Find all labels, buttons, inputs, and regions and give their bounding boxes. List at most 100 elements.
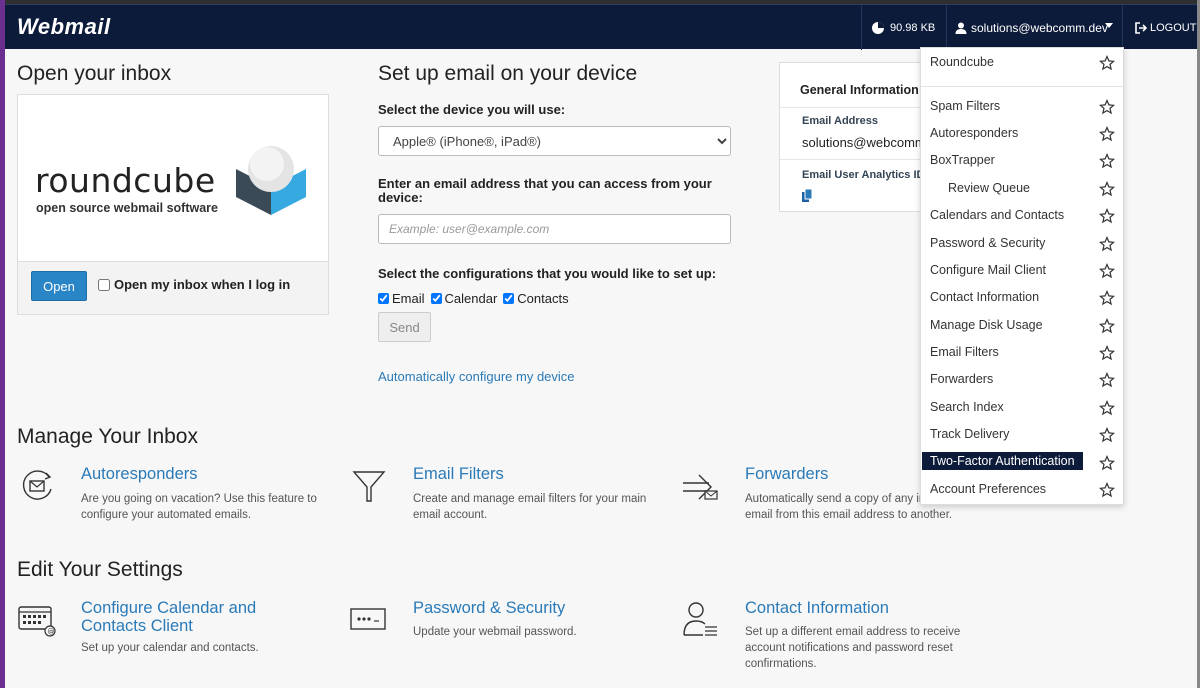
- menu-item-label: Calendars and Contacts: [930, 208, 1065, 222]
- star-icon[interactable]: [1099, 482, 1115, 498]
- device-select[interactable]: Apple® (iPhone®, iPad®): [378, 126, 731, 156]
- divider: [780, 159, 921, 160]
- general-information-title: General Information: [800, 83, 919, 97]
- autoresponder-icon: [22, 470, 52, 500]
- star-icon[interactable]: [1099, 263, 1115, 279]
- tool-title[interactable]: Password & Security: [413, 599, 565, 617]
- open-roundcube-button[interactable]: Open: [31, 271, 87, 301]
- tool-autoresponders[interactable]: Autoresponders Are you going on vacation…: [17, 465, 337, 535]
- star-icon[interactable]: [1099, 208, 1115, 224]
- config-contacts-option[interactable]: Contacts: [503, 291, 569, 306]
- divider: [780, 107, 921, 108]
- star-icon[interactable]: [1099, 345, 1115, 361]
- config-email-option[interactable]: Email: [378, 291, 425, 306]
- menu-item-spam-filters[interactable]: Spam Filters: [921, 95, 1123, 119]
- top-navigation-bar: Webmail 90.98 KB solutions@webcomm.dev L…: [5, 4, 1197, 50]
- menu-item-boxtrapper[interactable]: BoxTrapper: [921, 149, 1123, 173]
- menu-item-label: Spam Filters: [930, 99, 1001, 113]
- star-icon[interactable]: [1099, 400, 1115, 416]
- menu-item-two-factor-authentication[interactable]: Two-Factor Authentication: [921, 451, 1123, 475]
- tool-description: Set up your calendar and contacts.: [81, 642, 259, 654]
- menu-item-email-filters[interactable]: Email Filters: [921, 341, 1123, 365]
- tool-description: Update your webmail password.: [413, 626, 577, 638]
- menu-item-configure-mail-client[interactable]: Configure Mail Client: [921, 259, 1123, 283]
- disk-usage-indicator[interactable]: 90.98 KB: [871, 5, 935, 50]
- config-email-label: Email: [392, 291, 425, 306]
- menu-item-label: Roundcube: [930, 55, 994, 69]
- tool-title[interactable]: Email Filters: [413, 465, 504, 483]
- open-on-login-option[interactable]: Open my inbox when I log in: [98, 277, 290, 292]
- star-icon[interactable]: [1099, 372, 1115, 388]
- config-email-checkbox[interactable]: [378, 293, 389, 304]
- menu-item-contact-information[interactable]: Contact Information: [921, 286, 1123, 310]
- webmail-logo[interactable]: Webmail: [17, 14, 111, 40]
- topbar-divider: [946, 5, 947, 50]
- menu-item-label: Search Index: [930, 400, 1004, 414]
- tool-title[interactable]: Configure Calendar and Contacts Client: [81, 599, 311, 635]
- tool-title[interactable]: Contact Information: [745, 599, 889, 617]
- config-options: Email Calendar Contacts: [378, 291, 569, 306]
- menu-item-label: Review Queue: [948, 181, 1030, 195]
- menu-item-manage-disk-usage[interactable]: Manage Disk Usage: [921, 314, 1123, 338]
- topbar-divider: [861, 5, 862, 50]
- star-icon[interactable]: [1099, 236, 1115, 252]
- star-icon[interactable]: [1099, 55, 1115, 71]
- open-on-login-checkbox[interactable]: [98, 278, 110, 291]
- menu-item-account-preferences[interactable]: Account Preferences: [921, 478, 1123, 502]
- menu-divider: [921, 86, 1123, 87]
- user-email: solutions@webcomm.dev: [971, 20, 1108, 35]
- menu-item-label: Email Filters: [930, 345, 999, 359]
- menu-item-review-queue[interactable]: Review Queue: [921, 177, 1123, 201]
- star-icon[interactable]: [1099, 181, 1115, 197]
- config-contacts-checkbox[interactable]: [503, 293, 515, 304]
- menu-item-search-index[interactable]: Search Index: [921, 396, 1123, 420]
- config-calendar-option[interactable]: Calendar: [430, 291, 497, 306]
- menu-item-label: Manage Disk Usage: [930, 318, 1043, 332]
- email-address-label: Enter an email address that you can acce…: [378, 176, 712, 205]
- roundcube-logo[interactable]: roundcube open source webmail software: [18, 95, 328, 262]
- tool-title[interactable]: Autoresponders: [81, 465, 198, 483]
- menu-item-label: Password & Security: [930, 236, 1046, 250]
- config-contacts-label: Contacts: [517, 291, 569, 306]
- logout-button[interactable]: LOGOUT: [1135, 5, 1196, 50]
- star-icon[interactable]: [1099, 318, 1115, 334]
- menu-item-calendars-contacts[interactable]: Calendars and Contacts: [921, 204, 1123, 228]
- disk-usage-value: 90.98 KB: [890, 21, 936, 34]
- menu-item-track-delivery[interactable]: Track Delivery: [921, 423, 1123, 447]
- send-button[interactable]: Send: [378, 312, 431, 342]
- menu-item-password-security[interactable]: Password & Security: [921, 232, 1123, 256]
- email-address-value: solutions@webcomm.dev: [802, 135, 921, 150]
- star-icon[interactable]: [1099, 99, 1115, 115]
- tool-email-filters[interactable]: Email Filters Create and manage email fi…: [349, 465, 669, 535]
- tool-configure-calendar[interactable]: @ Configure Calendar and Contacts Client…: [17, 599, 337, 669]
- chevron-down-icon[interactable]: [1105, 23, 1113, 28]
- menu-item-label: Configure Mail Client: [930, 263, 1047, 277]
- star-icon[interactable]: [1099, 153, 1115, 169]
- topbar-divider: [1122, 5, 1123, 50]
- copy-icon[interactable]: [802, 189, 813, 202]
- menu-item-autoresponders[interactable]: Autoresponders: [921, 122, 1123, 146]
- device-email-input[interactable]: [378, 214, 731, 244]
- menu-item-label: BoxTrapper: [930, 153, 995, 167]
- star-icon[interactable]: [1099, 455, 1115, 471]
- logout-label: LOGOUT: [1150, 21, 1197, 34]
- auto-configure-link[interactable]: Automatically configure my device: [378, 369, 575, 384]
- filter-icon: [352, 471, 386, 502]
- menu-item-roundcube[interactable]: Roundcube: [921, 51, 1123, 75]
- svg-text:@: @: [48, 628, 55, 636]
- star-icon[interactable]: [1099, 290, 1115, 306]
- star-icon[interactable]: [1099, 126, 1115, 142]
- tool-title[interactable]: Forwarders: [745, 465, 828, 483]
- config-calendar-checkbox[interactable]: [430, 293, 442, 304]
- menu-item-forwarders[interactable]: Forwarders: [921, 368, 1123, 392]
- star-icon[interactable]: [1099, 427, 1115, 443]
- roundcube-logo-subtitle: open source webmail software: [36, 201, 218, 215]
- tool-contact-information[interactable]: Contact Information Set up a different e…: [681, 599, 981, 674]
- user-dropdown-menu: Roundcube Spam Filters Autoresponders Bo…: [920, 47, 1124, 505]
- open-on-login-label: Open my inbox when I log in: [114, 277, 291, 292]
- config-label: Select the configurations that you would…: [378, 266, 717, 281]
- tool-password-security[interactable]: Password & Security Update your webmail …: [349, 599, 669, 649]
- user-menu-toggle[interactable]: solutions@webcomm.dev: [955, 5, 1108, 50]
- general-information-panel: General Information Email Address soluti…: [779, 62, 922, 212]
- roundcube-logo-word: roundcube: [35, 161, 216, 200]
